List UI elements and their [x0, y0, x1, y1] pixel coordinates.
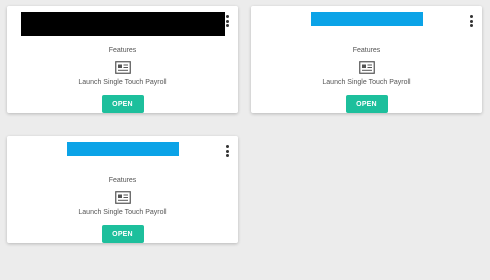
- payroll-document-icon: [114, 191, 131, 204]
- app-card: Features Launch Single Touch Payroll OPE…: [7, 6, 238, 113]
- card-description: Launch Single Touch Payroll: [78, 209, 167, 216]
- card-description: Launch Single Touch Payroll: [322, 79, 411, 86]
- payroll-document-icon: [114, 61, 131, 74]
- more-options-icon[interactable]: [469, 15, 473, 27]
- app-card: Features Launch Single Touch Payroll OPE…: [251, 6, 482, 113]
- open-button[interactable]: OPEN: [345, 95, 388, 113]
- more-options-icon[interactable]: [225, 145, 229, 157]
- features-label: Features: [108, 47, 137, 54]
- app-logo: [310, 12, 423, 26]
- payroll-document-icon: [358, 61, 375, 74]
- features-label: Features: [108, 177, 137, 184]
- app-card: Features Launch Single Touch Payroll OPE…: [7, 136, 238, 243]
- app-logo: [20, 12, 225, 36]
- more-options-icon[interactable]: [225, 15, 229, 27]
- app-logo: [66, 142, 179, 156]
- open-button[interactable]: OPEN: [101, 95, 144, 113]
- card-description: Launch Single Touch Payroll: [78, 79, 167, 86]
- open-button[interactable]: OPEN: [101, 225, 144, 243]
- features-label: Features: [352, 47, 381, 54]
